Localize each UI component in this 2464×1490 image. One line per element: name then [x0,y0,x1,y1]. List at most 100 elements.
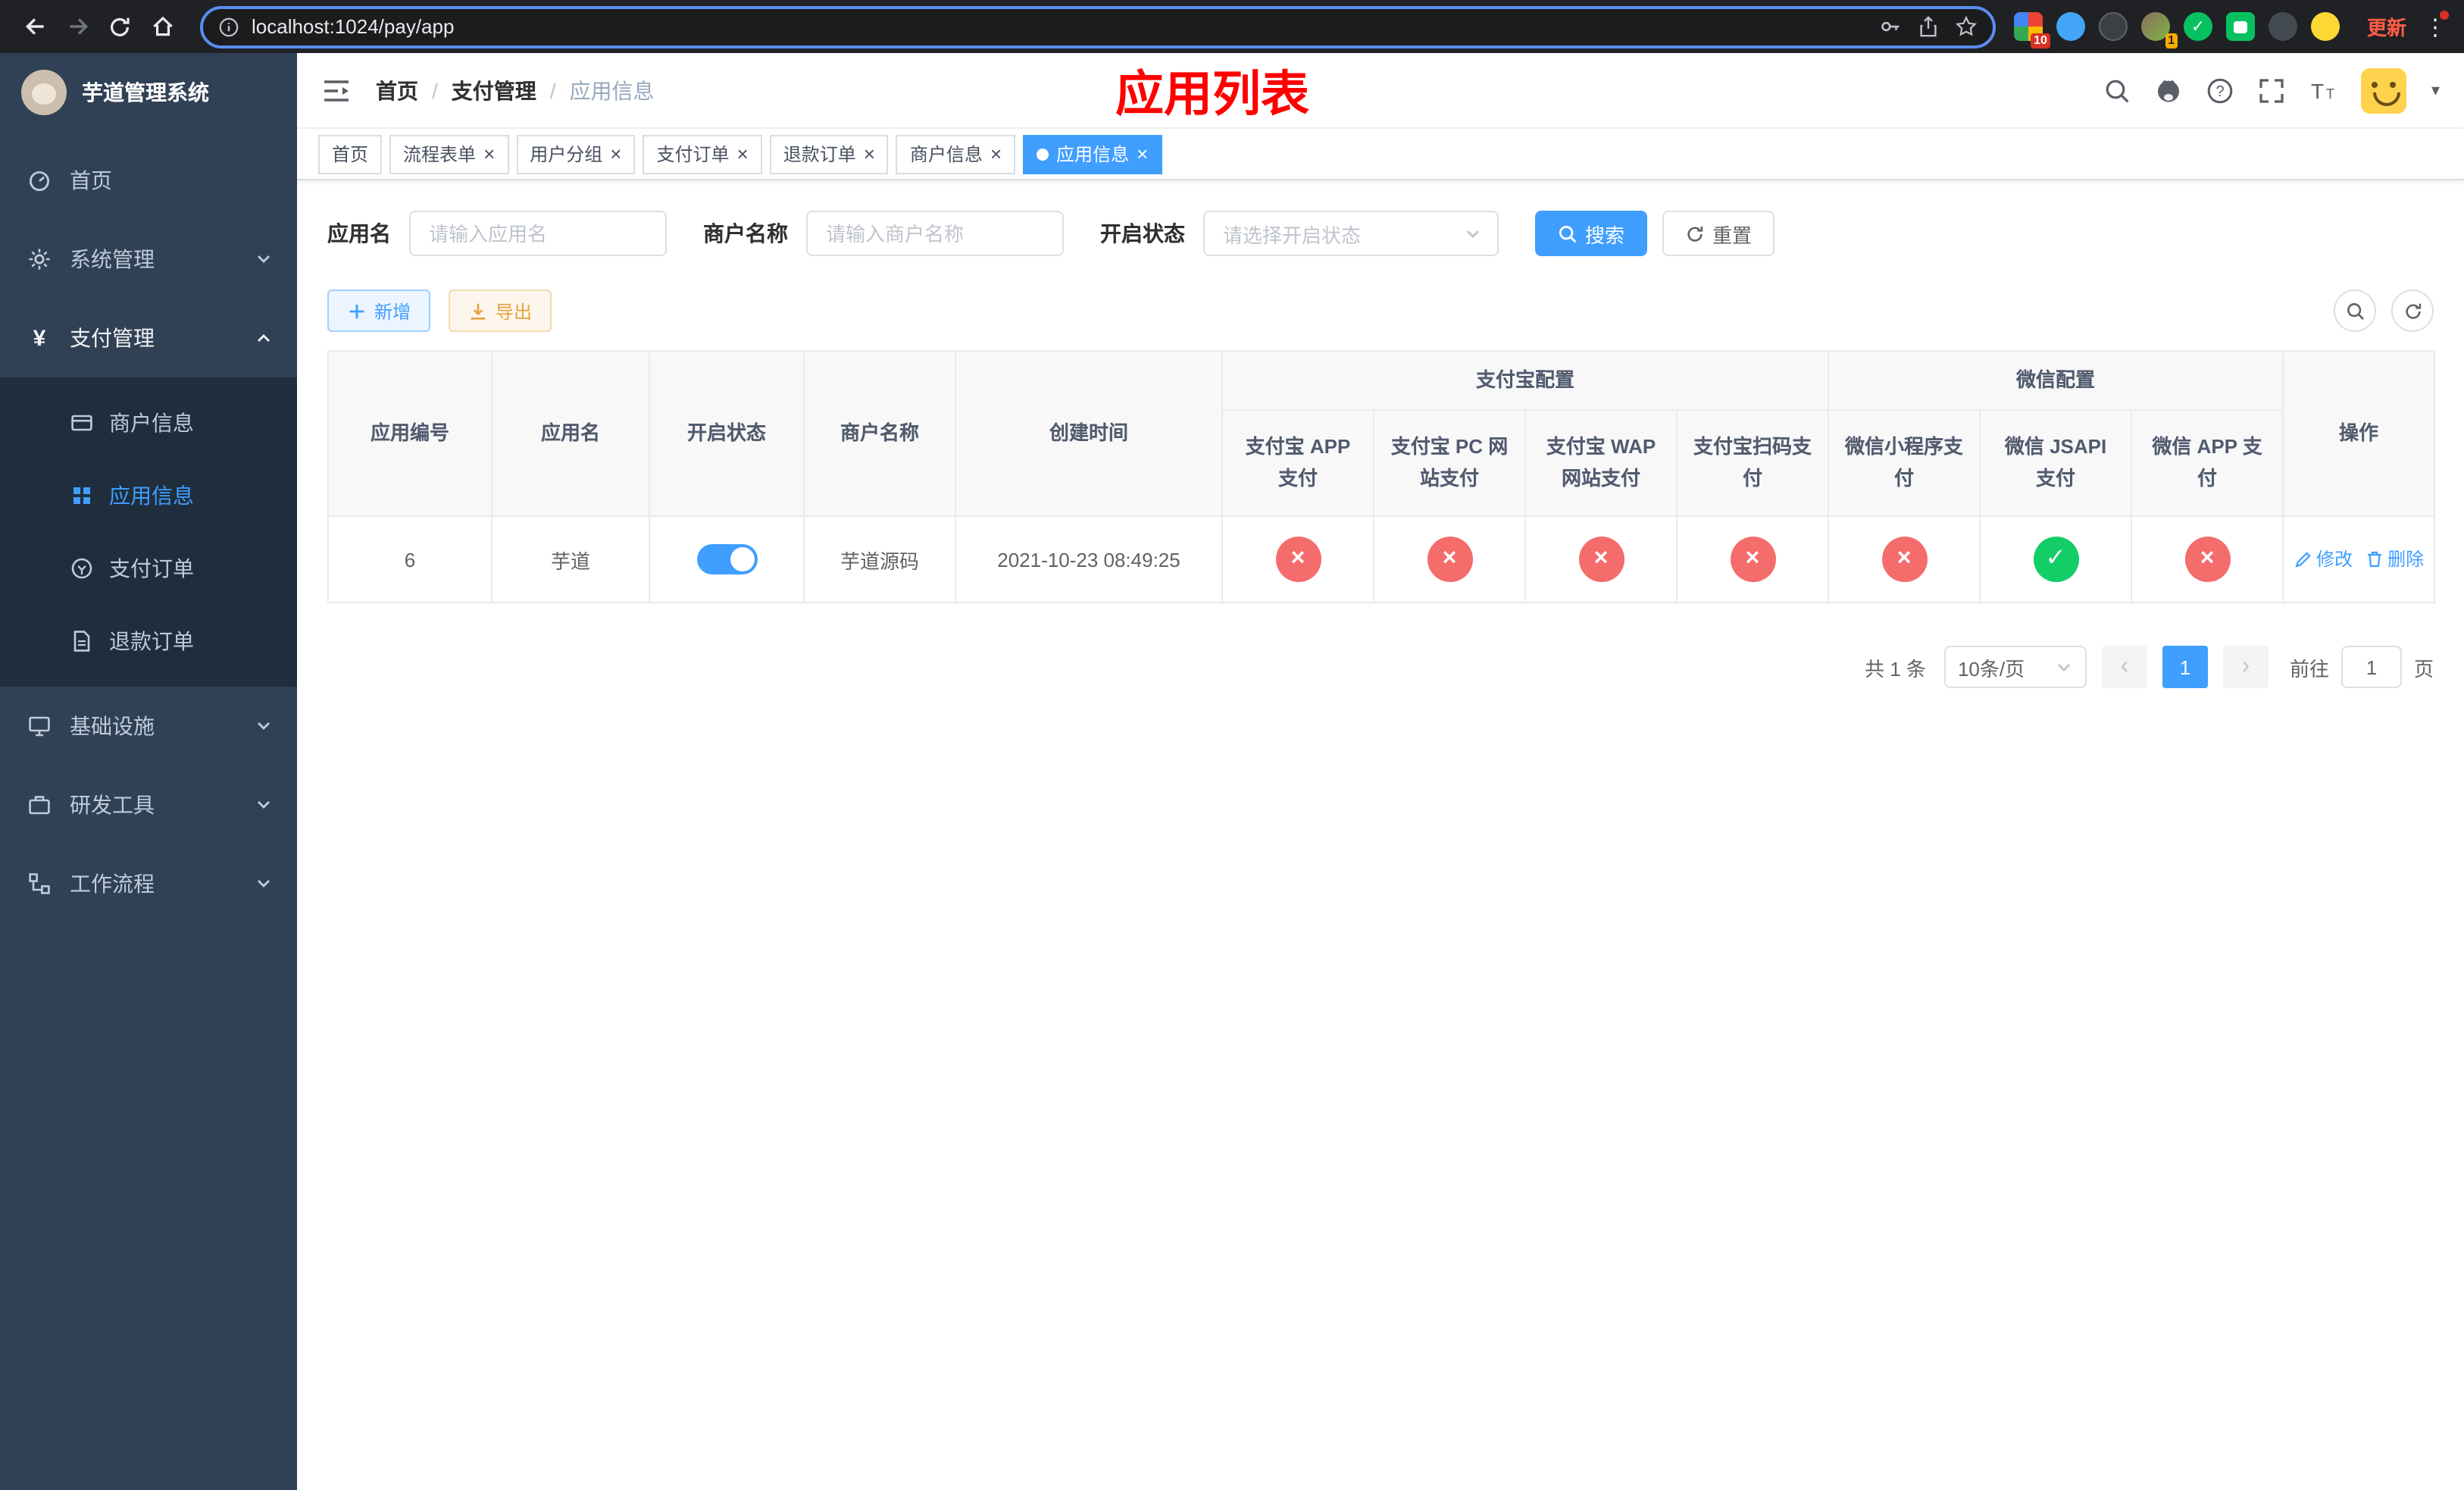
close-icon[interactable]: × [610,144,621,164]
font-size-icon[interactable]: TT [2310,77,2337,104]
tab-refund-order[interactable]: 退款订单 × [769,134,889,174]
close-icon[interactable]: × [483,144,495,164]
col-alipay-pc: 支付宝 PC 网站支付 [1373,409,1526,517]
pagination: 共 1 条 10条/页 ‹ 1 › 前往 页 [327,646,2434,688]
site-info-icon[interactable] [218,16,239,37]
search-icon[interactable] [2104,77,2131,104]
page-number-button[interactable]: 1 [2162,646,2208,688]
close-icon[interactable]: × [1137,144,1148,164]
app-title: 芋道管理系统 [82,80,209,105]
add-button[interactable]: 新增 [327,290,431,332]
extension-icon[interactable] [2056,12,2085,41]
url-text: localhost:1024/pay/app [252,15,455,38]
monitor-icon [29,716,50,737]
close-icon[interactable]: × [737,144,749,164]
page-size-label: 10条/页 [1957,657,2025,680]
status-select[interactable]: 请选择开启状态 [1203,211,1499,256]
update-button[interactable]: 更新 [2367,12,2406,41]
cell-app-id: 6 [327,515,492,603]
chevron-down-icon[interactable]: ▾ [2431,80,2440,100]
col-wechat-mini: 微信小程序支付 [1828,409,1981,517]
refresh-icon [2405,302,2421,318]
cell-actions: 修改 删除 [2282,515,2436,603]
sidebar-item-workflow[interactable]: 工作流程 [0,844,297,923]
edit-link[interactable]: 修改 [2294,546,2353,572]
sidebar-logo-row[interactable]: 芋道管理系统 [0,53,297,132]
grid-icon [73,487,90,504]
prev-page-button[interactable]: ‹ [2101,646,2147,688]
toggle-search-button[interactable] [2334,290,2376,332]
page-size-select[interactable]: 10条/页 [1943,646,2087,688]
sidebar-item-home[interactable]: 首页 [0,141,297,220]
reset-button[interactable]: 重置 [1662,211,1775,256]
password-key-icon[interactable] [1879,15,1902,38]
user-avatar[interactable] [2361,67,2407,113]
close-icon[interactable]: × [864,144,875,164]
gear-icon [29,249,50,270]
extension-icon[interactable] [2098,12,2128,41]
browser-chrome: localhost:1024/pay/app 10 1 ✓ 更新 ⋮ [0,0,2464,53]
sidebar-subitem-payment-order[interactable]: 支付订单 [0,532,297,605]
cell-wechat-app: × [2131,515,2284,603]
edit-icon [2294,551,2310,568]
yen-icon: ¥ [33,325,46,351]
tab-app-info[interactable]: 应用信息 × [1023,134,1162,174]
breadcrumb-item-payment[interactable]: 支付管理 [452,75,536,105]
export-button[interactable]: 导出 [449,290,552,332]
status-toggle[interactable] [696,544,757,574]
chevron-up-icon [258,334,270,342]
tab-label: 支付订单 [656,144,730,165]
tab-payment-order[interactable]: 支付订单 × [643,134,762,174]
extension-icon[interactable]: ✓ [2183,12,2212,41]
forward-button[interactable] [58,7,97,46]
sidebar-subitem-app-info[interactable]: 应用信息 [0,459,297,532]
help-icon[interactable]: ? [2207,77,2234,104]
back-button[interactable] [15,7,55,46]
refresh-table-button[interactable] [2391,290,2434,332]
jump-suffix-label: 页 [2413,657,2434,680]
app-name-input[interactable] [409,211,667,256]
extension-icon[interactable]: 1 [2140,12,2178,49]
profile-avatar[interactable] [2310,12,2340,41]
page-title: 应用列表 [1115,66,1310,121]
tab-label: 用户分组 [530,144,603,165]
sidebar-item-payment[interactable]: ¥ 支付管理 [0,299,297,377]
sidebar-item-infrastructure[interactable]: 基础设施 [0,687,297,765]
status-label: 开启状态 [1100,221,1185,246]
browser-menu-button[interactable]: ⋮ [2422,10,2449,40]
home-button[interactable] [142,7,182,46]
share-icon[interactable] [1917,15,1940,38]
delete-link[interactable]: 删除 [2365,546,2424,572]
col-merchant: 商户名称 [803,350,956,517]
github-icon[interactable] [2156,77,2183,104]
sidebar-subitem-merchant-info[interactable]: 商户信息 [0,387,297,459]
next-page-button[interactable]: › [2222,646,2269,688]
extension-icon[interactable] [2225,12,2255,41]
merchant-name-input[interactable] [806,211,1064,256]
tab-user-group[interactable]: 用户分组 × [516,134,636,174]
reload-button[interactable] [100,7,139,46]
tab-home[interactable]: 首页 [318,134,383,174]
extension-icon[interactable] [2268,12,2297,41]
chevron-down-icon [258,801,270,809]
tab-process-form[interactable]: 流程表单 × [389,134,509,174]
export-button-label: 导出 [496,301,533,322]
jump-page-input[interactable] [2340,646,2402,688]
cell-status [649,515,805,603]
fullscreen-icon[interactable] [2259,77,2286,104]
sidebar-subitem-refund-order[interactable]: 退款订单 [0,605,297,678]
breadcrumb-item-home[interactable]: 首页 [376,75,418,105]
address-bar[interactable]: localhost:1024/pay/app [200,5,1996,48]
bookmark-star-icon[interactable] [1955,15,1978,38]
close-icon[interactable]: × [990,144,1002,164]
cell-app-name: 芋道 [491,515,650,603]
extension-icon[interactable]: 10 [2013,12,2050,49]
screen: localhost:1024/pay/app 10 1 ✓ 更新 ⋮ 芋道管理系… [0,0,2464,1490]
config-status-icon: × [1427,537,1472,582]
sidebar-collapse-icon[interactable] [321,75,352,105]
tab-merchant-info[interactable]: 商户信息 × [896,134,1016,174]
search-button[interactable]: 搜索 [1535,211,1648,256]
cell-alipay-qr: × [1675,515,1830,603]
sidebar-item-system[interactable]: 系统管理 [0,220,297,299]
sidebar-item-dev-tools[interactable]: 研发工具 [0,765,297,844]
